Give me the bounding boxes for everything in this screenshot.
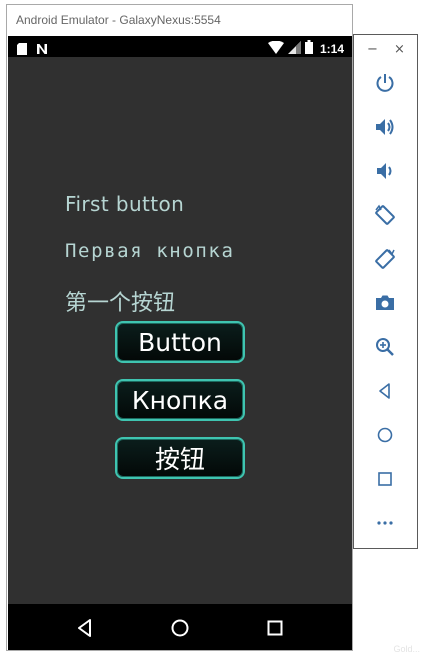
app-content: First button Первая кнопка 第一个按钮 Button …	[8, 57, 352, 604]
more-button[interactable]	[372, 510, 398, 536]
nav-home-button[interactable]	[168, 616, 192, 640]
back-icon	[379, 383, 390, 399]
volume-down-button[interactable]	[372, 158, 398, 184]
screenshot-button[interactable]	[372, 290, 398, 316]
more-icon	[377, 521, 393, 525]
label-first-button-ru: Первая кнопка	[65, 240, 235, 262]
recents-icon	[267, 620, 283, 636]
home-icon	[171, 619, 189, 637]
zoom-button[interactable]	[372, 334, 398, 360]
button-zh[interactable]: 按钮	[115, 437, 245, 479]
label-first-button-zh: 第一个按钮	[65, 291, 176, 316]
rotate-right-icon	[375, 249, 395, 269]
volume-up-button[interactable]	[372, 114, 398, 140]
label-first-button-en: First button	[65, 192, 185, 216]
watermark: Gold...	[393, 644, 420, 654]
device-screen: 1:14 First button Первая кнопка 第一个按钮 Bu…	[8, 36, 352, 650]
emulator-window: Android Emulator - GalaxyNexus:5554 1:14…	[6, 4, 353, 651]
rotate-left-icon	[375, 204, 395, 225]
toolbar-overview-button[interactable]	[372, 466, 398, 492]
status-time: 1:14	[319, 41, 344, 56]
power-icon	[376, 74, 394, 92]
nav-recents-button[interactable]	[263, 616, 287, 640]
toolbar-home-button[interactable]	[372, 422, 398, 448]
camera-icon	[376, 295, 394, 310]
rotate-left-button[interactable]	[372, 202, 398, 228]
power-button[interactable]	[372, 70, 398, 96]
rotate-right-button[interactable]	[372, 246, 398, 272]
close-button[interactable]: ×	[394, 43, 405, 57]
button-ru[interactable]: Кнопка	[115, 379, 245, 421]
wifi-icon	[267, 39, 284, 58]
minimize-button[interactable]: −	[367, 43, 378, 57]
window-title: Android Emulator - GalaxyNexus:5554	[7, 5, 352, 35]
navigation-bar	[8, 604, 352, 650]
emulator-toolbar: − ×	[353, 34, 418, 549]
zoom-icon	[376, 338, 394, 356]
nav-back-button[interactable]	[73, 616, 97, 640]
status-bar: 1:14	[8, 36, 352, 57]
volume-down-icon	[377, 163, 392, 179]
volume-up-icon	[376, 119, 394, 135]
toolbar-back-button[interactable]	[372, 378, 398, 404]
battery-icon	[304, 39, 313, 58]
signal-icon	[287, 39, 301, 58]
button-en[interactable]: Button	[115, 321, 245, 363]
overview-icon	[378, 472, 392, 486]
home-icon	[377, 427, 393, 443]
back-icon	[78, 619, 91, 637]
